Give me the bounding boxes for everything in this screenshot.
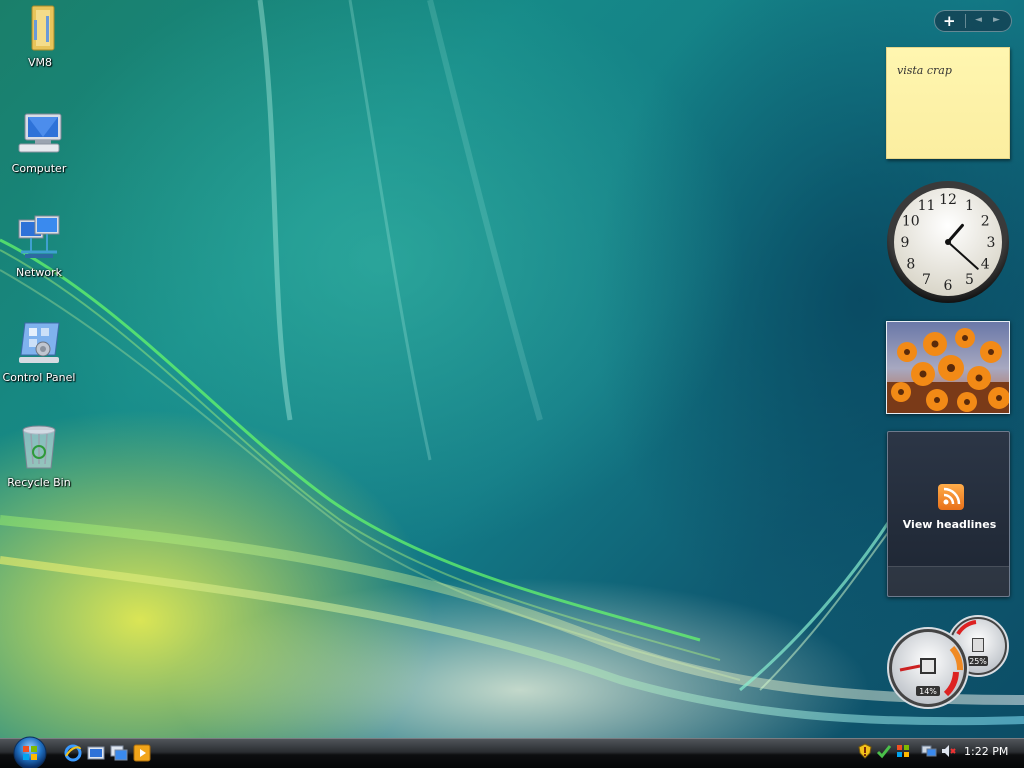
desktop-icon-label: Recycle Bin — [7, 476, 71, 489]
desktop-icon-computer[interactable]: Computer — [0, 110, 79, 175]
switch-windows-icon[interactable] — [110, 744, 128, 762]
clock-numeral: 1 — [965, 198, 974, 214]
feed-headlines-gadget[interactable]: View headlines — [887, 431, 1010, 597]
view-headlines-link[interactable]: View headlines — [888, 518, 1011, 531]
folder-icon — [16, 4, 64, 52]
slideshow-gadget[interactable] — [886, 321, 1010, 414]
clock-numeral: 6 — [944, 278, 953, 294]
clock-numeral: 5 — [965, 272, 974, 288]
clock-numeral: 7 — [922, 272, 931, 288]
desktop-icon-network[interactable]: Network — [0, 214, 79, 279]
security-alert-icon[interactable] — [857, 743, 873, 759]
desktop-icon-label: Control Panel — [2, 371, 76, 384]
network-icon — [15, 214, 63, 262]
clock-numeral: 12 — [939, 192, 957, 208]
start-button[interactable] — [8, 735, 52, 768]
feed-footer — [888, 566, 1009, 596]
clock-gadget[interactable]: 12 1 2 3 4 5 6 7 8 9 10 11 — [886, 180, 1010, 304]
slideshow-photo — [887, 322, 1009, 413]
memory-usage-label: 25% — [969, 657, 987, 666]
cpu-usage-label: 14% — [919, 687, 937, 696]
desktop-icon-label: VM8 — [27, 56, 52, 69]
clock-numeral: 10 — [902, 214, 920, 230]
desktop-icon-control-panel[interactable]: Control Panel — [0, 319, 79, 384]
desktop-icon-label: Network — [16, 266, 62, 279]
clock-numeral: 2 — [981, 214, 990, 230]
next-gadgets-button[interactable]: ► — [993, 15, 1000, 25]
notes-gadget[interactable]: vista crap — [886, 47, 1010, 159]
rss-feed-icon — [938, 484, 964, 510]
cpu-meter-dials: 25% 14% — [887, 615, 1009, 709]
desktop-icon-vm8[interactable]: VM8 — [0, 4, 80, 69]
recycle-bin-icon — [15, 424, 63, 472]
note-text[interactable]: vista crap — [897, 64, 952, 77]
clock-numeral: 9 — [901, 235, 910, 251]
mouse-cursor-icon — [368, 762, 376, 768]
desktop-wallpaper — [0, 0, 1024, 738]
clock-numeral: 11 — [918, 198, 936, 214]
internet-explorer-icon[interactable] — [64, 744, 82, 762]
desktop-icon-label: Computer — [11, 162, 67, 175]
system-clock[interactable]: 1:22 PM — [964, 745, 1008, 758]
windows-update-icon[interactable] — [876, 743, 892, 759]
windows-flag-icon[interactable] — [895, 743, 911, 759]
show-desktop-icon[interactable] — [87, 744, 105, 762]
windows-orb-icon — [13, 736, 47, 768]
clock-numeral: 3 — [987, 235, 996, 251]
add-gadget-button[interactable]: + — [943, 12, 956, 30]
media-player-icon[interactable] — [133, 744, 151, 762]
computer-icon — [15, 110, 63, 158]
network-connections-icon[interactable] — [921, 743, 937, 759]
desktop-icon-recycle-bin[interactable]: Recycle Bin — [0, 424, 79, 489]
previous-gadgets-button[interactable]: ◄ — [975, 15, 982, 25]
clock-numeral: 8 — [906, 257, 915, 273]
sidebar-divider — [965, 14, 966, 28]
control-panel-icon — [15, 319, 63, 367]
volume-muted-icon[interactable] — [940, 743, 956, 759]
cpu-meter-gadget[interactable]: 25% 14% — [886, 614, 1014, 710]
sidebar-controls: + ◄ ► — [934, 10, 1012, 32]
clock-face: 12 12 3 45678 9 1011 — [887, 181, 1009, 303]
clock-numeral: 4 — [981, 257, 990, 273]
